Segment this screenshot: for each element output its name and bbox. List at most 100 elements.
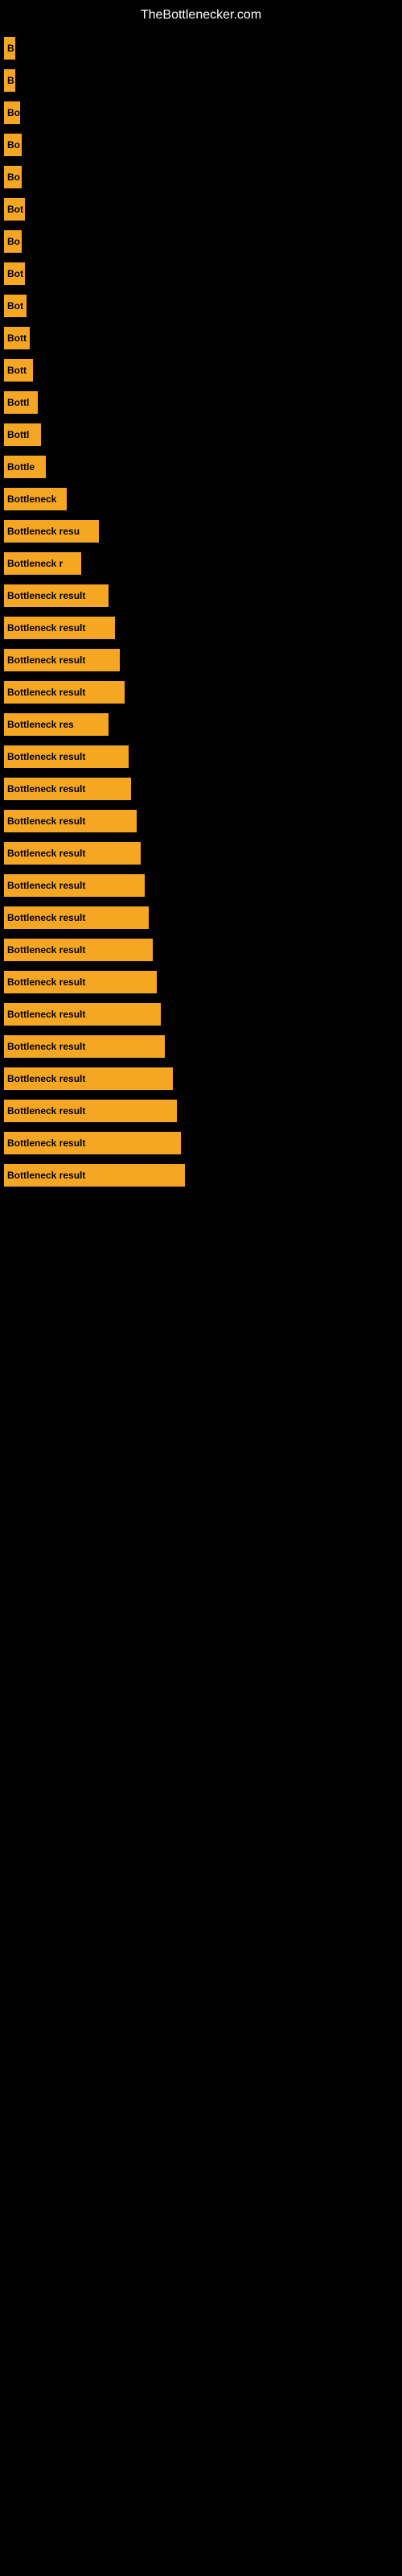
bar-label: Bottleneck result [7,912,85,923]
bar-item: B [4,37,15,60]
bar-label: Bottleneck result [7,590,85,601]
bar-label: Bott [7,365,27,376]
bar-item: Bottle [4,456,46,478]
bar-label: Bo [7,236,20,247]
bar-label: Bottleneck resu [7,526,80,537]
bar-row: Bottleneck result [4,617,394,639]
bar-item: Bottleneck res [4,713,109,736]
bar-label: Bo [7,171,20,183]
bar-label: Bottleneck result [7,751,85,762]
bar-label: Bottleneck result [7,880,85,891]
site-title: TheBottlenecker.com [0,0,402,29]
bar-label: Bottleneck result [7,622,85,634]
bar-item: Bottleneck [4,488,67,510]
bar-item: Bottleneck result [4,906,149,929]
bar-item: Bottleneck result [4,1132,181,1154]
bar-row: Bo [4,166,394,188]
bar-item: Bo [4,230,22,253]
bar-row: B [4,37,394,60]
bar-row: Bottleneck resu [4,520,394,543]
bar-item: Bottleneck result [4,778,131,800]
bar-item: Bottleneck result [4,1164,185,1187]
bar-label: Bottleneck r [7,558,63,569]
bar-row: Bo [4,134,394,156]
bar-row: Bottl [4,423,394,446]
bar-item: B [4,69,15,92]
bar-row: Bo [4,230,394,253]
bar-label: Bottleneck result [7,1009,85,1020]
bar-item: Bottleneck resu [4,520,99,543]
bar-row: Bottleneck result [4,745,394,768]
bar-label: Bottleneck result [7,1170,85,1181]
bar-item: Bottleneck result [4,842,141,865]
bar-label: Bottleneck result [7,654,85,666]
bar-label: Bottleneck result [7,976,85,988]
bar-row: Bottleneck result [4,906,394,929]
bar-label: Bott [7,332,27,344]
bar-label: Bo [7,139,20,151]
bar-item: Bottleneck result [4,1003,161,1026]
bar-item: Bottleneck result [4,874,145,897]
bar-row: Bottleneck result [4,584,394,607]
bar-label: Bottleneck result [7,1041,85,1052]
bar-label: Bottleneck result [7,783,85,795]
bar-row: Bottleneck result [4,874,394,897]
bar-row: Bottleneck result [4,1003,394,1026]
bar-item: Bottleneck result [4,1035,165,1058]
bar-label: Bottl [7,429,29,440]
bar-label: Bottleneck result [7,1073,85,1084]
bar-row: Bottleneck [4,488,394,510]
bar-item: Bo [4,101,20,124]
bar-item: Bottl [4,423,41,446]
bar-item: Bottleneck r [4,552,81,575]
bar-row: Bottleneck result [4,1164,394,1187]
bar-label: Bottleneck result [7,687,85,698]
bar-label: Bottleneck [7,493,56,505]
bar-row: Bottleneck r [4,552,394,575]
bar-item: Bott [4,359,33,382]
bar-item: Bottleneck result [4,1067,173,1090]
bar-row: B [4,69,394,92]
bar-label: B [7,75,14,86]
bar-row: Bottleneck result [4,649,394,671]
bar-row: Bo [4,101,394,124]
bar-item: Bott [4,327,30,349]
bar-item: Bottleneck result [4,745,129,768]
bar-label: Bottleneck result [7,1105,85,1117]
bar-label: B [7,43,14,54]
bar-row: Bot [4,198,394,221]
bar-label: Bottleneck res [7,719,74,730]
bar-item: Bot [4,295,27,317]
bar-label: Bottleneck result [7,815,85,827]
bar-item: Bottleneck result [4,971,157,993]
bar-row: Bott [4,359,394,382]
bar-item: Bottl [4,391,38,414]
bar-row: Bottleneck result [4,939,394,961]
bar-label: Bot [7,300,23,312]
bar-label: Bottleneck result [7,944,85,956]
bar-row: Bottleneck result [4,842,394,865]
bar-label: Bottl [7,397,29,408]
bar-item: Bottleneck result [4,1100,177,1122]
bar-row: Bottleneck result [4,971,394,993]
bar-row: Bottleneck result [4,1100,394,1122]
bar-label: Bot [7,204,23,215]
bar-label: Bottleneck result [7,848,85,859]
bar-item: Bo [4,134,22,156]
bar-row: Bot [4,295,394,317]
bar-item: Bottleneck result [4,939,153,961]
bar-row: Bottl [4,391,394,414]
bar-row: Bottleneck res [4,713,394,736]
bar-label: Bot [7,268,23,279]
bar-item: Bottleneck result [4,584,109,607]
bar-item: Bot [4,262,25,285]
bar-row: Bottleneck result [4,1035,394,1058]
bar-row: Bottle [4,456,394,478]
bar-label: Bo [7,107,20,118]
bar-row: Bottleneck result [4,1067,394,1090]
bar-item: Bo [4,166,22,188]
bar-label: Bottle [7,461,35,473]
bar-label: Bottleneck result [7,1137,85,1149]
bar-row: Bottleneck result [4,1132,394,1154]
bar-row: Bot [4,262,394,285]
